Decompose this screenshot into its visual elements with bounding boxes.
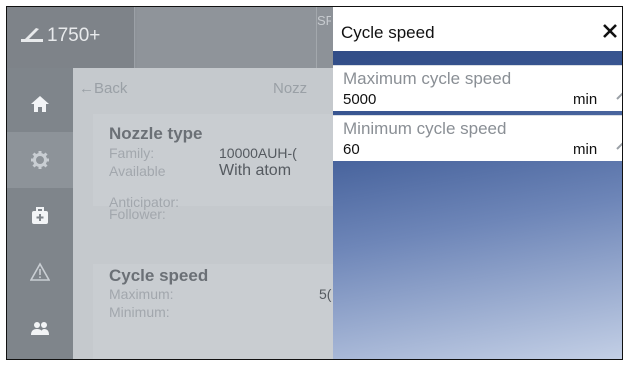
maximum-label: Maximum: — [109, 286, 174, 302]
panel-header: Cycle speed — [333, 7, 622, 51]
nav-item-maintenance[interactable] — [7, 188, 73, 244]
nozzle-type-card[interactable]: Nozzle type Family: 10000AUH-( Available… — [93, 114, 333, 210]
app-label: 1750+ — [47, 25, 101, 46]
main-content: ←Back Nozz Nozzle type Family: 10000AUH-… — [73, 68, 333, 359]
nav-item-settings[interactable] — [7, 132, 73, 188]
cycle-speed-panel: Cycle speed Maximum cycle speed 5000 min… — [333, 7, 623, 359]
cycle-speed-card[interactable]: Cycle speed Maximum: 5( Minimum: — [93, 264, 333, 359]
maximum-cycle-speed-unit: min — [573, 91, 598, 108]
home-icon — [31, 96, 49, 112]
maximum-cycle-speed-field[interactable]: Maximum cycle speed 5000 min — [333, 65, 623, 111]
edit-pencil-icon[interactable] — [616, 86, 623, 100]
back-label: Back — [94, 80, 128, 97]
page-title: Nozz — [273, 80, 308, 97]
family-label: Family: — [109, 145, 155, 161]
close-icon — [603, 24, 617, 38]
cycle-speed-title: Cycle speed — [109, 266, 209, 285]
minimum-label: Minimum: — [109, 304, 170, 320]
nav-item-home[interactable] — [7, 76, 73, 132]
status-area — [137, 7, 317, 68]
app-window: 1750+ SR — [6, 6, 623, 360]
minimum-cycle-speed-value[interactable]: 60 — [343, 141, 360, 158]
available-label: Available — [109, 163, 166, 179]
minimum-cycle-speed-field[interactable]: Minimum cycle speed 60 min — [333, 115, 623, 161]
status-stub-text: SR — [317, 13, 331, 28]
nav-item-alarms[interactable] — [7, 244, 73, 300]
gear-icon — [31, 151, 49, 169]
edit-pencil-icon[interactable] — [616, 136, 623, 150]
minimum-cycle-speed-unit: min — [573, 141, 598, 158]
first-aid-icon — [32, 207, 48, 224]
close-button[interactable] — [598, 19, 622, 43]
minimum-cycle-speed-label: Minimum cycle speed — [343, 119, 507, 138]
maximum-cycle-speed-label: Maximum cycle speed — [343, 69, 512, 88]
machine-icon — [21, 28, 43, 42]
maximum-cycle-speed-value[interactable]: 5000 — [343, 91, 376, 108]
maximum-value: 5( — [319, 286, 332, 302]
left-nav — [7, 68, 73, 359]
available-value: With atom — [219, 162, 292, 179]
nav-item-users[interactable] — [7, 300, 73, 356]
panel-title: Cycle speed — [341, 23, 435, 42]
warning-icon — [30, 262, 50, 281]
family-value: 10000AUH-( — [219, 145, 297, 161]
machine-selector[interactable]: 1750+ — [7, 7, 135, 68]
users-icon — [31, 322, 49, 335]
back-link[interactable]: ←Back — [79, 80, 127, 97]
nozzle-type-title: Nozzle type — [109, 124, 203, 143]
follower-label: Follower: — [109, 206, 166, 222]
